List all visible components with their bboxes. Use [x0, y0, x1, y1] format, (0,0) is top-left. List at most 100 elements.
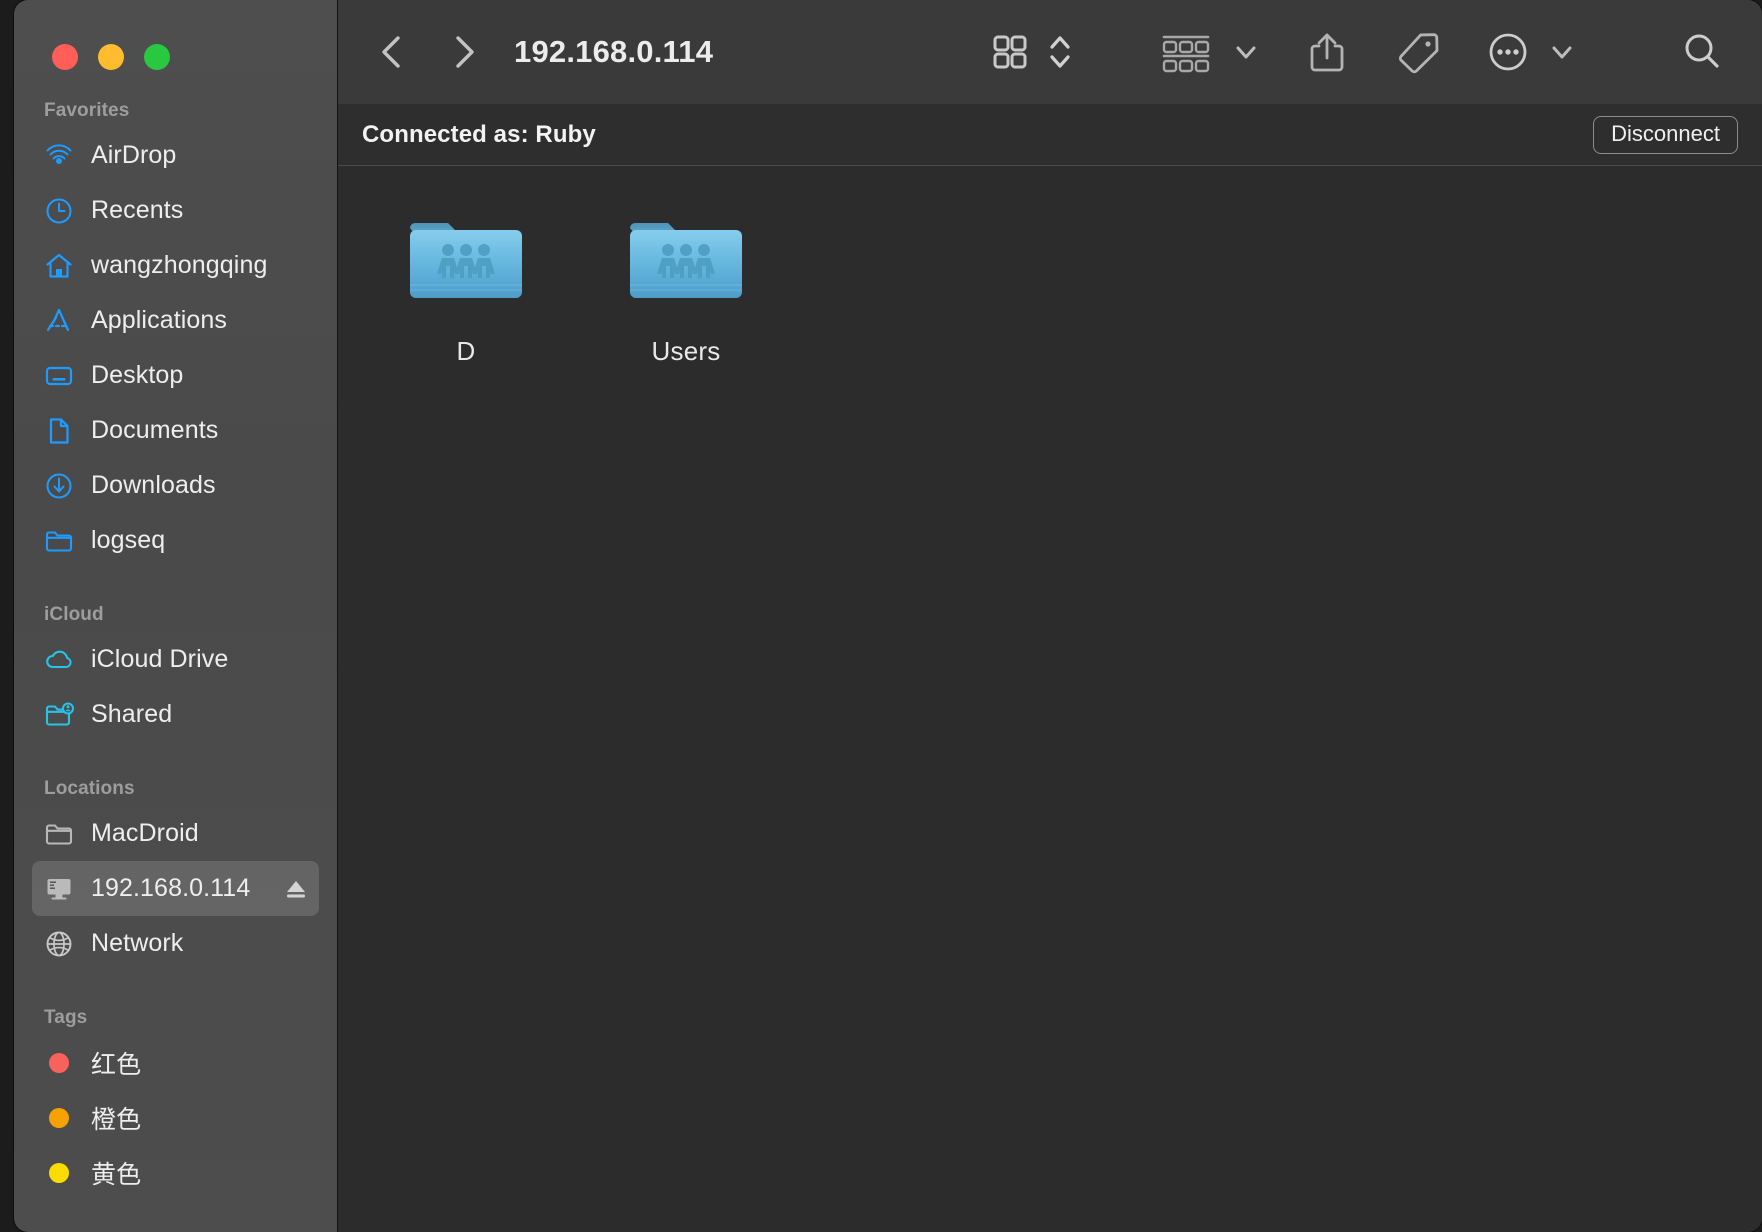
- content-area: 192.168.0.114 Connected as: Ruby Disconn…: [338, 0, 1762, 1232]
- applications-icon: [46, 308, 70, 331]
- eject-icon[interactable]: [283, 876, 309, 902]
- desktop-icon: [45, 366, 73, 385]
- shared-folder-icon: [410, 223, 522, 298]
- sidebar-item-downloads[interactable]: Downloads: [32, 458, 319, 513]
- eject-icon: [287, 880, 305, 897]
- sidebar-item-documents[interactable]: Documents: [32, 403, 319, 458]
- home-icon: [46, 253, 72, 278]
- minimize-button[interactable]: [98, 44, 124, 70]
- sidebar-item-wangzhongqing[interactable]: wangzhongqing: [32, 238, 319, 293]
- sidebar-item-[interactable]: 黄色: [32, 1145, 319, 1200]
- view-stepper-button[interactable]: [1042, 24, 1078, 80]
- chevron-down-icon: [1552, 46, 1572, 59]
- sidebar-section-header-favorites: Favorites: [44, 100, 130, 121]
- shared-folder-icon: [44, 700, 74, 730]
- download-icon: [46, 473, 72, 498]
- grid-view-icon: [993, 35, 1027, 69]
- window-title: 192.168.0.114: [514, 34, 714, 69]
- airdrop-icon: [46, 143, 72, 164]
- file-label: D: [456, 336, 476, 366]
- tag-dot-icon: [49, 1162, 69, 1183]
- sidebar-item-label: Recents: [91, 196, 184, 224]
- sidebar-item-icloud-drive[interactable]: iCloud Drive: [32, 632, 319, 687]
- airdrop-icon: [44, 141, 74, 171]
- sidebar-item-label: Downloads: [91, 471, 216, 499]
- shared-folder-icon: [622, 206, 750, 318]
- file-item[interactable]: Users: [576, 194, 796, 367]
- sidebar-item-desktop[interactable]: Desktop: [32, 348, 319, 403]
- sidebar-item-label: Shared: [91, 700, 173, 728]
- sidebar-item-label: Applications: [91, 306, 228, 334]
- sidebar-item-label: logseq: [91, 526, 166, 554]
- share-button[interactable]: [1302, 24, 1352, 80]
- document-icon: [44, 416, 74, 446]
- share-icon: [1310, 33, 1344, 72]
- sidebar-item-logseq[interactable]: logseq: [32, 513, 319, 568]
- shared-folder-icon: [45, 702, 74, 726]
- download-icon: [44, 471, 74, 501]
- tag-button[interactable]: [1390, 24, 1444, 80]
- chevron-down-icon: [1236, 46, 1256, 59]
- shared-folder-icon: [402, 206, 530, 318]
- desktop-icon: [44, 361, 74, 391]
- sidebar-item-[interactable]: 橙色: [32, 1090, 319, 1145]
- more-options-button[interactable]: [1482, 24, 1534, 80]
- back-button[interactable]: [364, 24, 420, 80]
- search-button[interactable]: [1676, 24, 1728, 80]
- folder-icon: [45, 530, 73, 552]
- sidebar-item-macdroid[interactable]: MacDroid: [32, 806, 319, 861]
- display-icon: [47, 878, 71, 899]
- search-icon: [1685, 34, 1719, 68]
- forward-button[interactable]: [436, 24, 492, 80]
- file-item[interactable]: D: [356, 194, 576, 367]
- group-by-icon: [1162, 35, 1210, 73]
- close-button[interactable]: [52, 44, 78, 70]
- sidebar-item-[interactable]: 红色: [32, 1035, 319, 1090]
- connection-status: Connected as: Ruby: [362, 120, 596, 148]
- sidebar-section-list: Favorites AirDrop Recents wangzhongqing …: [14, 84, 337, 1200]
- tag-icon: [1398, 33, 1439, 74]
- sidebar-item-label: 橙色: [91, 1105, 142, 1134]
- sidebar-section-header-tags: Tags: [44, 1007, 88, 1028]
- file-label: Users: [651, 336, 721, 366]
- group-by-chevron[interactable]: [1228, 24, 1264, 80]
- sidebar: Favorites AirDrop Recents wangzhongqing …: [14, 0, 338, 1232]
- sidebar-item-label: 黄色: [91, 1160, 142, 1189]
- shared-folder-icon: [630, 223, 742, 298]
- sidebar-item-airdrop[interactable]: AirDrop: [32, 128, 319, 183]
- home-icon: [44, 251, 74, 281]
- sidebar-item-192-168-0-114[interactable]: 192.168.0.114: [32, 861, 319, 916]
- group-by-button[interactable]: [1156, 24, 1216, 80]
- sidebar-item-network[interactable]: Network: [32, 916, 319, 971]
- traffic-light-buttons: [14, 0, 337, 84]
- sidebar-item-label: Network: [91, 929, 184, 957]
- tag-dot-icon: [49, 1052, 69, 1073]
- disconnect-button[interactable]: Disconnect: [1593, 115, 1738, 154]
- up-down-chevron-icon: [1050, 36, 1070, 68]
- grid-view-button[interactable]: [986, 24, 1034, 80]
- sidebar-item-label: Desktop: [91, 361, 184, 389]
- more-options-chevron[interactable]: [1544, 24, 1580, 80]
- sidebar-section-header-icloud: iCloud: [44, 604, 104, 625]
- connection-bar: Connected as: Ruby Disconnect: [338, 104, 1762, 166]
- folder-icon: [44, 819, 74, 849]
- tag-dot-icon: [44, 1048, 74, 1078]
- sidebar-item-label: AirDrop: [91, 141, 177, 169]
- document-icon: [49, 417, 69, 444]
- sidebar-item-label: 192.168.0.114: [91, 874, 251, 902]
- sidebar-item-recents[interactable]: Recents: [32, 183, 319, 238]
- globe-icon: [44, 929, 74, 959]
- finder-window: Favorites AirDrop Recents wangzhongqing …: [14, 0, 1762, 1232]
- display-icon: [44, 874, 74, 904]
- clock-icon: [46, 198, 72, 223]
- sidebar-item-shared[interactable]: Shared: [32, 687, 319, 742]
- sidebar-item-applications[interactable]: Applications: [32, 293, 319, 348]
- cloud-icon: [46, 650, 72, 668]
- sidebar-item-label: MacDroid: [91, 819, 199, 847]
- maximize-button[interactable]: [144, 44, 170, 70]
- applications-icon: [44, 306, 74, 336]
- globe-icon: [46, 931, 72, 956]
- sidebar-section-header-locations: Locations: [44, 778, 135, 799]
- folder-icon: [44, 526, 74, 556]
- sidebar-item-label: wangzhongqing: [91, 251, 268, 279]
